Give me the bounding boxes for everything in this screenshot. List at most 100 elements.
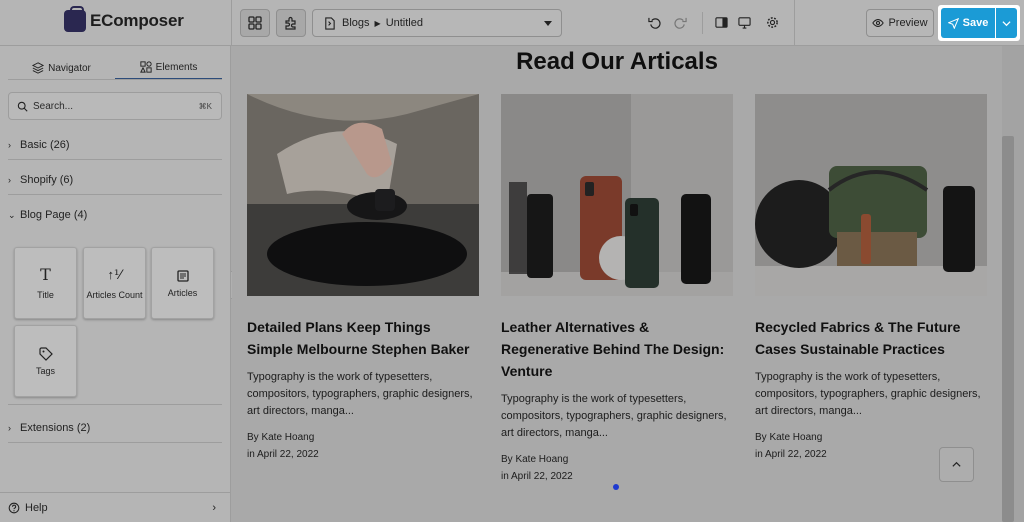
- desktop-icon: [737, 16, 751, 29]
- chevron-down-icon: ⌄: [8, 209, 16, 220]
- settings-button[interactable]: [764, 14, 780, 30]
- article-title[interactable]: Leather Alternatives & Regenerative Behi…: [501, 316, 733, 382]
- chevron-right-icon: ›: [8, 139, 11, 150]
- article-photo: [501, 94, 733, 296]
- article-card[interactable]: Leather Alternatives & Regenerative Behi…: [501, 94, 733, 485]
- preview-button[interactable]: Preview: [866, 9, 934, 37]
- gear-icon: [766, 16, 778, 28]
- section-blog-page[interactable]: ⌄ Blog Page (4): [8, 200, 222, 230]
- widget-articles-label: Articles: [167, 287, 198, 298]
- tab-navigator[interactable]: Navigator: [8, 56, 115, 80]
- page-section-label: Blogs: [342, 17, 370, 29]
- section-extensions[interactable]: › Extensions (2): [8, 413, 222, 443]
- widget-articles-count-label: Articles Count: [86, 289, 143, 300]
- canvas-scroll-thumb[interactable]: [1002, 136, 1014, 522]
- chevron-down-icon: [1002, 20, 1011, 26]
- tabs-divider: [8, 79, 222, 80]
- article-photo: [247, 94, 479, 296]
- article-title[interactable]: Recycled Fabrics & The Future Cases Sust…: [755, 316, 987, 360]
- section-shopify-label: Shopify (6): [20, 173, 74, 186]
- article-excerpt: Typography is the work of typesetters, c…: [247, 371, 473, 417]
- save-button[interactable]: Save: [941, 8, 995, 38]
- widget-title-label: Title: [37, 289, 54, 300]
- send-icon: [947, 17, 959, 29]
- breadcrumb-separator-icon: ▶: [374, 18, 381, 28]
- elements-grid-icon: [139, 61, 152, 73]
- article-image-phone-cases[interactable]: [501, 94, 733, 296]
- article-image-wireless-charger[interactable]: [247, 94, 479, 296]
- article-excerpt: Typography is the work of typesetters, c…: [755, 371, 981, 417]
- logo-bag-icon: [64, 6, 86, 32]
- section-basic[interactable]: › Basic (26): [8, 130, 222, 160]
- article-photo: [755, 94, 987, 296]
- help-link[interactable]: Help ›: [0, 492, 230, 522]
- undo-icon: [647, 17, 661, 29]
- widget-articles[interactable]: Articles: [151, 247, 214, 319]
- help-label: Help: [25, 501, 48, 514]
- article-author: By Kate Hoang: [501, 454, 569, 465]
- article-meta: By Kate Hoang in April 22, 2022: [501, 451, 733, 485]
- undo-button[interactable]: [646, 14, 662, 30]
- article-author: By Kate Hoang: [755, 432, 823, 443]
- article-card[interactable]: Detailed Plans Keep Things Simple Melbou…: [247, 94, 479, 463]
- article-date: in April 22, 2022: [501, 471, 573, 482]
- widget-tags-label: Tags: [35, 365, 55, 376]
- back-to-top-button[interactable]: [939, 447, 974, 482]
- section-basic-label: Basic (26): [20, 138, 70, 151]
- app-name: EComposer: [90, 11, 184, 30]
- search-input[interactable]: Search... ⌘K: [8, 92, 222, 120]
- tab-elements-label: Elements: [155, 61, 198, 73]
- panel-icon: [714, 16, 728, 28]
- article-excerpt: Typography is the work of typesetters, c…: [501, 393, 727, 439]
- app-logo: EComposer: [64, 6, 184, 32]
- page-selector[interactable]: Blogs ▶ Untitled: [312, 9, 562, 37]
- widget-tags[interactable]: Tags: [14, 325, 77, 397]
- toolbar-divider: [794, 0, 795, 46]
- redo-button[interactable]: [672, 14, 688, 30]
- tab-elements[interactable]: Elements: [115, 56, 222, 80]
- article-meta: By Kate Hoang in April 22, 2022: [247, 429, 479, 463]
- widget-articles-count[interactable]: ↑⅟ Articles Count: [83, 247, 146, 319]
- article-author: By Kate Hoang: [247, 432, 315, 443]
- save-label: Save: [962, 17, 989, 29]
- title-text-icon: T: [40, 264, 51, 284]
- section-blog-page-label: Blog Page (4): [20, 209, 88, 221]
- article-card[interactable]: Recycled Fabrics & The Future Cases Sust…: [755, 94, 987, 463]
- chevron-down-icon: [544, 21, 552, 26]
- layout-grid-button[interactable]: [240, 9, 270, 37]
- tab-navigator-label: Navigator: [48, 62, 91, 74]
- sidebar-tabs: Navigator Elements: [8, 56, 222, 80]
- redo-icon: [673, 17, 687, 29]
- grid-icon: [248, 16, 262, 30]
- elements-sidebar: Navigator Elements Search... ⌘K › Basic …: [0, 46, 231, 522]
- device-desktop-button[interactable]: [736, 14, 752, 30]
- page-name-label: Untitled: [385, 17, 423, 29]
- blog-heading: Read Our Articals: [516, 48, 718, 75]
- layers-icon: [32, 62, 45, 74]
- widget-title[interactable]: T Title: [14, 247, 77, 319]
- article-title[interactable]: Detailed Plans Keep Things Simple Melbou…: [247, 316, 479, 360]
- articles-icon: [176, 269, 189, 282]
- puzzle-icon: [285, 16, 296, 30]
- search-placeholder: Search...: [33, 100, 74, 112]
- chevron-right-icon: ›: [212, 501, 216, 514]
- chevron-up-icon: [952, 461, 961, 467]
- top-toolbar: EComposer Blogs ▶ Untitled Preview Save: [0, 0, 1024, 46]
- carousel-indicator[interactable]: [613, 484, 619, 490]
- save-highlight: Save: [938, 5, 1020, 41]
- article-image-accessories[interactable]: [755, 94, 987, 296]
- eye-icon: [872, 19, 885, 27]
- toolbar-divider: [702, 12, 703, 34]
- tag-icon: [38, 346, 53, 361]
- help-circle-icon: [8, 502, 20, 513]
- chevron-right-icon: ›: [8, 174, 11, 185]
- sort-number-icon: ↑⅟: [107, 266, 122, 282]
- page-switch-icon: [325, 16, 335, 30]
- extensions-button[interactable]: [276, 9, 306, 37]
- sidebar-toggle-button[interactable]: [713, 14, 729, 30]
- search-shortcut: ⌘K: [198, 101, 212, 111]
- section-shopify[interactable]: › Shopify (6): [8, 165, 222, 195]
- chevron-right-icon: ›: [8, 422, 11, 433]
- search-icon: [17, 101, 28, 112]
- save-options-button[interactable]: [996, 8, 1017, 38]
